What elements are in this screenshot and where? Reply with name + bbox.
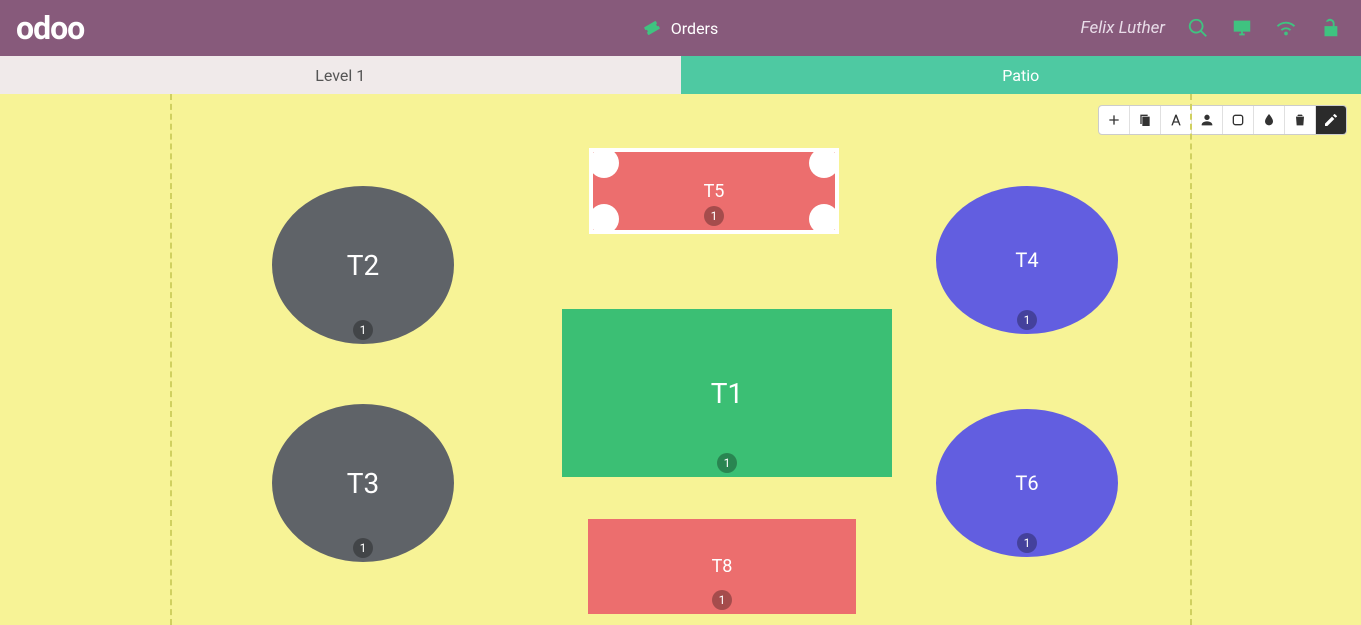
username[interactable]: Felix Luther	[1081, 18, 1165, 38]
color-button[interactable]	[1253, 106, 1284, 134]
seats-badge: 1	[353, 320, 373, 340]
rename-button[interactable]	[1160, 106, 1191, 134]
ticket-icon	[643, 19, 661, 37]
resize-handle-br[interactable]	[809, 204, 839, 234]
seats-button[interactable]	[1191, 106, 1222, 134]
delete-button[interactable]	[1284, 106, 1315, 134]
orders-button[interactable]: Orders	[631, 11, 730, 46]
floor-tabs: Level 1 Patio	[0, 56, 1361, 94]
table-t2[interactable]: T2 1	[272, 186, 454, 344]
seats-badge: 1	[1017, 533, 1037, 553]
alignment-guide	[170, 94, 172, 625]
resize-handle-tr[interactable]	[809, 148, 839, 178]
floor-plan[interactable]: T21T31T51T11T81T41T61	[0, 94, 1361, 625]
orders-label: Orders	[671, 19, 718, 38]
topbar: odoo Orders Felix Luther	[0, 0, 1361, 56]
table-t5[interactable]: T51	[593, 152, 835, 230]
seats-badge: 1	[353, 538, 373, 558]
tab-label: Patio	[1002, 66, 1039, 85]
table-label: T6	[1015, 471, 1038, 495]
table-label: T5	[704, 181, 725, 202]
resize-handle-bl[interactable]	[589, 204, 619, 234]
logo-text: odoo	[16, 9, 84, 47]
table-t1[interactable]: T1 1	[562, 309, 892, 477]
tab-label: Level 1	[315, 66, 365, 85]
shape-button[interactable]	[1222, 106, 1253, 134]
table-label: T8	[712, 556, 733, 577]
tab-level-1[interactable]: Level 1	[0, 56, 681, 94]
edit-button[interactable]	[1315, 106, 1346, 134]
table-label: T3	[347, 467, 379, 500]
duplicate-button[interactable]	[1129, 106, 1160, 134]
wifi-icon[interactable]	[1275, 17, 1297, 39]
table-t8[interactable]: T8 1	[588, 519, 856, 614]
table-t4[interactable]: T4 1	[936, 186, 1118, 334]
edit-toolbar	[1098, 105, 1347, 135]
add-button[interactable]	[1099, 106, 1129, 134]
alignment-guide	[1190, 94, 1192, 625]
seats-badge: 1	[712, 590, 732, 610]
unlock-icon[interactable]	[1319, 17, 1341, 39]
monitor-icon[interactable]	[1231, 17, 1253, 39]
table-label: T4	[1015, 248, 1038, 272]
seats-badge: 1	[717, 453, 737, 473]
table-t3[interactable]: T3 1	[272, 404, 454, 562]
topbar-right: Felix Luther	[1081, 17, 1361, 39]
logo[interactable]: odoo	[16, 9, 84, 47]
seats-badge: 1	[704, 206, 724, 226]
table-label: T1	[711, 377, 743, 410]
resize-handle-tl[interactable]	[589, 148, 619, 178]
search-icon[interactable]	[1187, 17, 1209, 39]
table-t6[interactable]: T6 1	[936, 409, 1118, 557]
tab-patio[interactable]: Patio	[681, 56, 1361, 94]
seats-badge: 1	[1017, 310, 1037, 330]
table-label: T2	[347, 249, 379, 282]
